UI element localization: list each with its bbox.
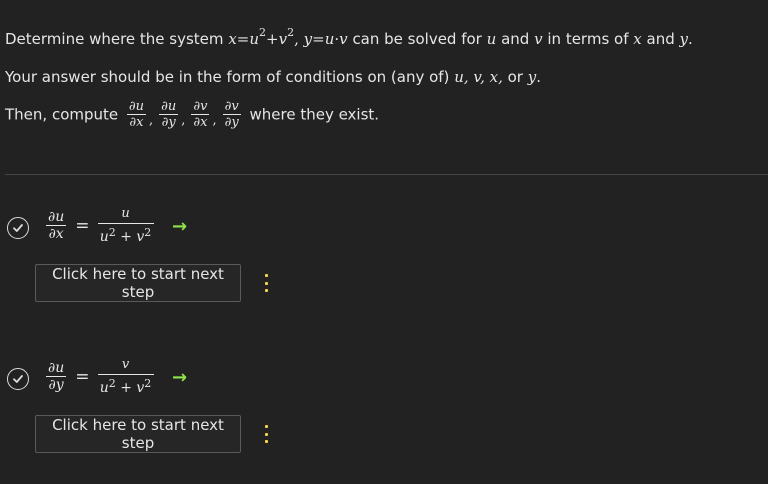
section-divider (5, 174, 768, 175)
vertical-dots-icon[interactable] (263, 274, 269, 292)
solution-step-2: ∂u ∂y = v u2 + v2 → (6, 354, 746, 404)
problem-line-2: Your answer should be in the form of con… (5, 68, 542, 86)
lhs-derivative: ∂u ∂y (46, 360, 67, 393)
arrow-right-icon[interactable]: → (172, 367, 187, 388)
step-1-equation: ∂u ∂x = u u2 + v2 (46, 207, 154, 244)
problem-line-1: Determine where the system x=u2+v2, y=u·… (5, 26, 693, 48)
start-next-step-button[interactable]: Click here to start next step (35, 264, 241, 302)
derivative-du-dx: ∂u ∂x (126, 99, 147, 130)
step-2-equation: ∂u ∂y = v u2 + v2 (46, 358, 154, 395)
start-next-step-button[interactable]: Click here to start next step (35, 415, 241, 453)
vertical-dots-icon[interactable] (263, 425, 269, 443)
solution-step-1: ∂u ∂x = u u2 + v2 → (6, 203, 746, 253)
rhs-fraction: u u2 + v2 (97, 207, 154, 244)
check-circle-icon (7, 368, 29, 390)
problem-line-3: Then, compute ∂u ∂x, ∂u ∂y, ∂v ∂x, ∂v ∂y whe… (5, 99, 380, 130)
derivative-dv-dy: ∂v ∂y (222, 99, 241, 130)
rhs-fraction: v u2 + v2 (97, 358, 154, 395)
partial-derivatives-list: ∂u ∂x, ∂u ∂y, ∂v ∂x, ∂v ∂y (126, 99, 241, 130)
derivative-dv-dx: ∂v ∂x (191, 99, 210, 130)
arrow-right-icon[interactable]: → (172, 216, 187, 237)
lhs-derivative: ∂u ∂x (46, 209, 67, 242)
check-circle-icon (7, 217, 29, 239)
derivative-du-dy: ∂u ∂y (159, 99, 179, 130)
